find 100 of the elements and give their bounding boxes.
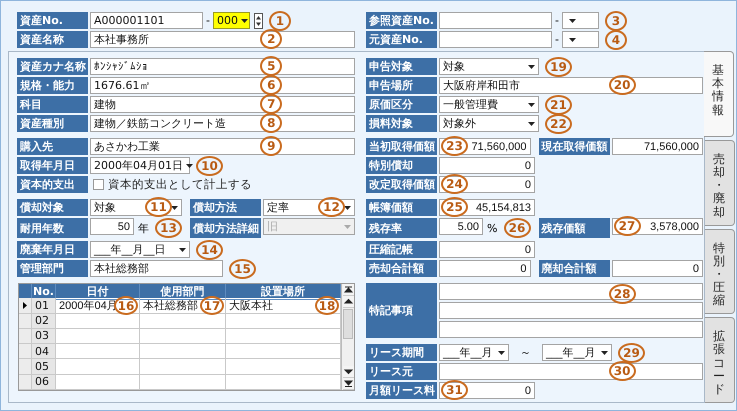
- field-label: 現在取得価額: [538, 138, 610, 155]
- scroll-up-button[interactable]: [342, 296, 354, 308]
- number-field[interactable]: 0: [439, 260, 530, 277]
- callout-number: 13: [155, 218, 182, 238]
- tab[interactable]: 拡張コード: [705, 317, 735, 403]
- field-label: 申告場所: [366, 77, 437, 94]
- field-label: 購入先: [17, 138, 88, 155]
- field-label: 特記事項: [366, 283, 437, 338]
- dropdown[interactable]: 2000年04月01日: [90, 157, 190, 174]
- text-field[interactable]: [439, 31, 552, 48]
- field-label: 償却方法詳細: [190, 218, 261, 238]
- field-label: リース期間: [366, 344, 437, 361]
- caret-icon: [528, 102, 535, 106]
- spin-button[interactable]: [254, 12, 263, 28]
- field-label: 損料対象: [366, 115, 437, 132]
- dropdown[interactable]: [562, 31, 599, 48]
- callout-number: 30: [608, 361, 636, 381]
- field-label: 償却方法: [190, 199, 261, 216]
- field-label: 売却合計額: [366, 260, 437, 277]
- field-label: 参照資産No.: [366, 12, 437, 29]
- text-field[interactable]: [439, 363, 703, 380]
- number-field[interactable]: 0: [612, 260, 703, 277]
- row-number: 06: [32, 374, 56, 390]
- caret-icon: [568, 18, 576, 22]
- text-field[interactable]: A000001101: [90, 12, 203, 29]
- field-label: 残存価額: [538, 218, 610, 238]
- field-label: 管理部門: [17, 260, 88, 277]
- tab[interactable]: 基本情報: [704, 51, 734, 137]
- column-header[interactable]: 使用部門: [140, 284, 226, 300]
- separator-text: ～: [519, 345, 532, 361]
- callout-number: 16: [114, 296, 138, 315]
- field-label: 当初取得価額: [366, 138, 437, 155]
- row-number: 01: [32, 298, 56, 314]
- row-number: 04: [32, 344, 56, 360]
- text-field[interactable]: [439, 12, 552, 29]
- dropdown[interactable]: 対象外: [439, 115, 539, 132]
- callout-number: 8: [260, 113, 282, 133]
- number-field[interactable]: 0: [439, 157, 535, 174]
- callout-number: 2: [260, 29, 282, 49]
- caret-icon: [344, 224, 351, 228]
- scroll-bottom-button[interactable]: [342, 378, 354, 390]
- tab[interactable]: 特別・圧縮: [705, 228, 735, 314]
- field-label: 科目: [17, 96, 88, 113]
- separator-text: -: [205, 13, 211, 29]
- caret-icon: [568, 38, 576, 42]
- scroll-top-button[interactable]: [342, 284, 354, 296]
- scrollbar-thumb[interactable]: [343, 309, 353, 339]
- callout-number: 17: [200, 296, 224, 315]
- field-label: 帳簿価額: [366, 199, 437, 216]
- field-label: 資産カナ名称: [17, 58, 88, 75]
- field-label: 申告対象: [366, 58, 437, 75]
- column-header[interactable]: 日付: [56, 284, 140, 300]
- dropdown[interactable]: ___年__月: [542, 344, 612, 361]
- callout-number: 26: [504, 218, 530, 238]
- dropdown[interactable]: 対象: [439, 58, 539, 75]
- field-label: 耐用年数: [17, 218, 88, 238]
- field-label: 償却対象: [17, 199, 88, 216]
- dropdown[interactable]: [562, 12, 599, 29]
- text-field[interactable]: 本社総務部: [90, 260, 223, 277]
- unit-label: %: [487, 220, 498, 236]
- caret-icon: [240, 18, 248, 22]
- dropdown[interactable]: ___年__月: [439, 344, 509, 361]
- separator-text: -: [554, 13, 560, 29]
- scrollbar[interactable]: [341, 284, 354, 390]
- scroll-down-button[interactable]: [342, 366, 354, 378]
- field-label: 規格・能力: [17, 77, 88, 94]
- checkbox[interactable]: [93, 179, 104, 190]
- callout-number: 20: [608, 75, 636, 95]
- number-field[interactable]: 50: [90, 218, 134, 235]
- field-label: リース元: [366, 363, 437, 380]
- tab[interactable]: 売却・廃却: [705, 140, 735, 226]
- callout-number: 9: [260, 136, 282, 156]
- callout-number: 10: [196, 156, 223, 176]
- dropdown[interactable]: 一般管理費: [439, 96, 539, 113]
- callout-number: 18: [315, 296, 339, 315]
- callout-number: 22: [545, 114, 572, 134]
- caret-icon: [528, 64, 535, 68]
- number-field[interactable]: 5.00: [439, 218, 484, 235]
- callout-number: 11: [145, 197, 172, 217]
- field-label: 圧縮記帳: [366, 241, 437, 258]
- caret-icon: [344, 206, 351, 210]
- caret-icon: [498, 350, 505, 354]
- dropdown[interactable]: ___年__月__日: [90, 241, 190, 258]
- unit-label: 年: [138, 220, 149, 236]
- number-field[interactable]: 71,560,000: [612, 138, 703, 155]
- field-label: 資本的支出: [17, 176, 88, 193]
- field-label: 残存率: [366, 218, 437, 238]
- callout-number: 31: [441, 380, 468, 400]
- row-selector[interactable]: [19, 298, 32, 314]
- table-cell: 大阪本社 18: [226, 298, 341, 314]
- field-label: 資産名称: [17, 31, 88, 48]
- text-field[interactable]: [439, 283, 703, 300]
- field-label: 原価区分: [366, 96, 437, 113]
- dropdown[interactable]: 000: [212, 12, 250, 29]
- field-label: 資産No.: [17, 12, 88, 29]
- caret-icon: [601, 350, 608, 354]
- callout-number: 27: [614, 216, 640, 236]
- text-field[interactable]: [439, 321, 703, 338]
- text-field[interactable]: [439, 302, 703, 319]
- number-field[interactable]: 0: [439, 241, 535, 258]
